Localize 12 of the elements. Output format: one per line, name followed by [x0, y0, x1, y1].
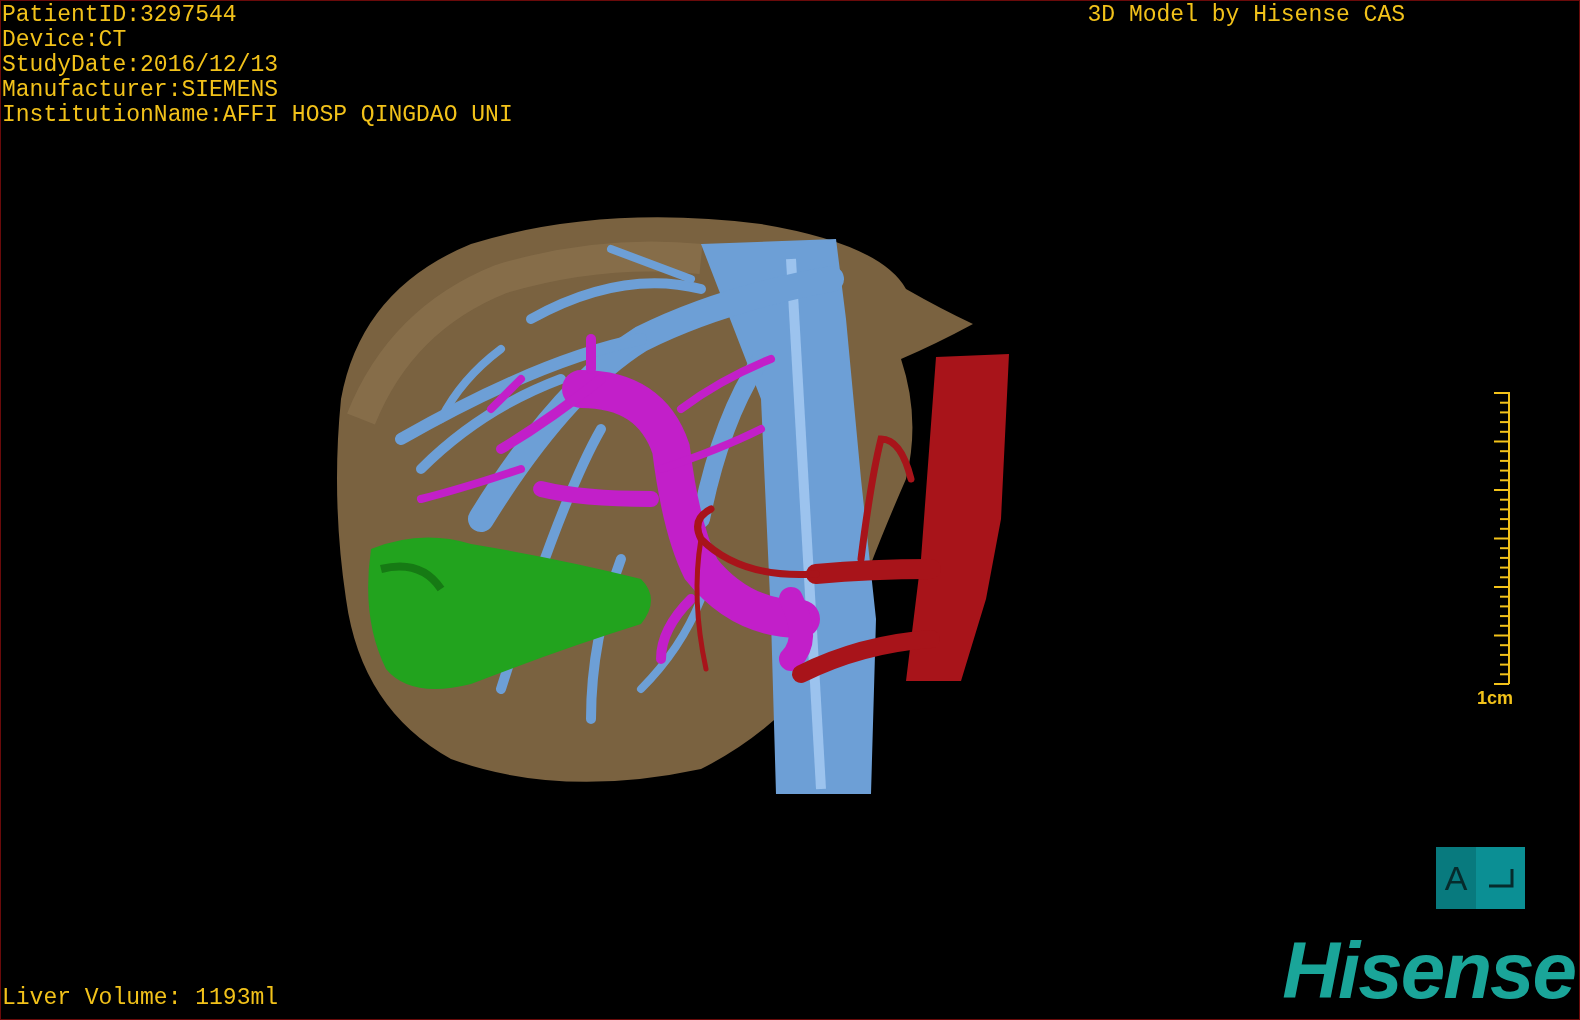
brand-logo: Hisense — [1282, 931, 1575, 1011]
study-info-line: StudyDate:2016/12/13 — [2, 53, 280, 78]
viewer-title: 3D Model by Hisense CAS — [1087, 3, 1405, 28]
study-info-line: Manufacturer:SIEMENS — [2, 78, 280, 103]
scale-label: 1cm — [1477, 688, 1514, 708]
orientation-cube[interactable]: A — [1436, 847, 1525, 909]
study-info-line: PatientID:3297544 — [2, 3, 238, 28]
scale-ruler-icon — [1494, 391, 1512, 686]
study-info-line: Device:CT — [2, 28, 128, 53]
liver-volume-text: Liver Volume: 1193ml — [2, 986, 279, 1011]
corner-mark-icon — [1486, 867, 1515, 889]
study-info-line: InstitutionName:AFFI HOSP QINGDAO UNI — [2, 103, 513, 128]
